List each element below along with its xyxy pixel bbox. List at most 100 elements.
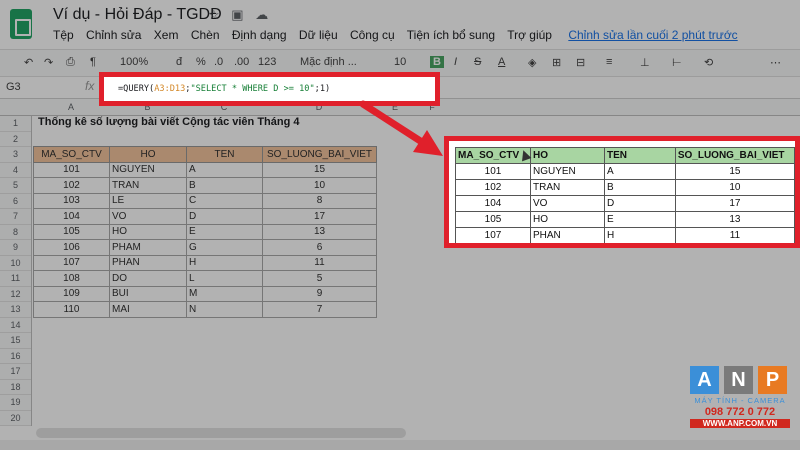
menu-addons[interactable]: Tiện ích bổ sung bbox=[407, 28, 495, 42]
cell[interactable]: TRAN bbox=[529, 179, 606, 196]
cell[interactable]: 105 bbox=[455, 211, 531, 228]
row-header[interactable]: 3 bbox=[0, 147, 31, 163]
wrap-icon[interactable]: ⊢ bbox=[672, 56, 682, 69]
cell[interactable]: E bbox=[186, 223, 263, 240]
cell[interactable]: H bbox=[186, 254, 263, 271]
header-cell[interactable]: MA_SO_CTV bbox=[33, 146, 110, 163]
row-header[interactable]: 14 bbox=[0, 318, 31, 333]
decimal-increase-button[interactable]: .00 bbox=[234, 56, 249, 68]
cell[interactable]: 108 bbox=[33, 270, 110, 287]
fill-color-icon[interactable]: ◈ bbox=[528, 56, 536, 69]
horizontal-scrollbar[interactable] bbox=[36, 428, 406, 438]
row-header[interactable]: 15 bbox=[0, 333, 31, 349]
row-header[interactable]: 10 bbox=[0, 256, 31, 271]
header-cell[interactable]: HO bbox=[109, 146, 187, 163]
row-header[interactable]: 17 bbox=[0, 364, 31, 380]
cell-reference[interactable]: G3 bbox=[6, 81, 21, 93]
cell[interactable]: MAI bbox=[109, 301, 187, 318]
cell[interactable]: N bbox=[186, 301, 263, 318]
cell[interactable]: 107 bbox=[33, 254, 110, 271]
cell[interactable]: PHAM bbox=[109, 239, 187, 256]
cell[interactable]: VO bbox=[529, 195, 606, 212]
cell[interactable]: E bbox=[604, 211, 676, 228]
cell[interactable]: LE bbox=[109, 192, 187, 209]
row-header[interactable]: 6 bbox=[0, 194, 31, 209]
last-edit-link[interactable]: Chỉnh sửa lần cuối 2 phút trước bbox=[568, 28, 737, 42]
redo-icon[interactable]: ↷ bbox=[44, 56, 53, 69]
cell[interactable]: M bbox=[186, 285, 263, 302]
star-icon[interactable]: ☆ bbox=[208, 7, 220, 22]
cell[interactable]: 5 bbox=[262, 270, 377, 287]
italic-icon[interactable]: I bbox=[454, 56, 457, 68]
header-cell[interactable]: TEN bbox=[186, 146, 263, 163]
merge-icon[interactable]: ⊟ bbox=[576, 56, 585, 69]
cell[interactable]: B bbox=[186, 177, 263, 194]
font-size-select[interactable]: 10 bbox=[394, 56, 406, 68]
menu-help[interactable]: Trợ giúp bbox=[507, 28, 552, 42]
strikethrough-icon[interactable]: S bbox=[474, 56, 481, 68]
align-left-icon[interactable]: ≡ bbox=[606, 56, 612, 68]
cell[interactable]: HO bbox=[109, 223, 187, 240]
sheets-logo-icon[interactable] bbox=[10, 9, 32, 39]
row-header[interactable]: 18 bbox=[0, 380, 31, 395]
undo-icon[interactable]: ↶ bbox=[24, 56, 33, 69]
cell[interactable]: H bbox=[604, 227, 676, 243]
row-header[interactable]: 13 bbox=[0, 302, 31, 318]
cell[interactable]: 109 bbox=[33, 285, 110, 302]
cell[interactable]: 105 bbox=[33, 223, 110, 240]
header-cell[interactable]: HO bbox=[529, 147, 606, 164]
cell[interactable]: 6 bbox=[262, 239, 377, 256]
row-header[interactable]: 8 bbox=[0, 225, 31, 240]
cell[interactable]: PHAN bbox=[529, 227, 606, 243]
cell[interactable]: 103 bbox=[33, 192, 110, 209]
cell[interactable]: G bbox=[186, 239, 263, 256]
document-title[interactable]: Ví dụ - Hỏi Đáp - TGDĐ bbox=[53, 6, 222, 24]
menu-view[interactable]: Xem bbox=[154, 28, 179, 42]
cell[interactable]: D bbox=[186, 208, 263, 225]
cell[interactable]: 13 bbox=[674, 211, 795, 228]
cell[interactable]: 10 bbox=[262, 177, 377, 194]
number-format-select[interactable]: 123 bbox=[258, 56, 276, 68]
row-header[interactable]: 5 bbox=[0, 178, 31, 194]
cell[interactable]: VO bbox=[109, 208, 187, 225]
cell[interactable]: 10 bbox=[674, 179, 795, 196]
header-cell[interactable]: SO_LUONG_BAI_VIET bbox=[674, 147, 795, 164]
row-header[interactable]: 12 bbox=[0, 287, 31, 302]
percent-button[interactable]: % bbox=[196, 56, 206, 68]
currency-button[interactable]: đ bbox=[176, 56, 182, 68]
cell[interactable]: 106 bbox=[33, 239, 110, 256]
cell[interactable]: 15 bbox=[674, 163, 795, 180]
cell[interactable]: 7 bbox=[262, 301, 377, 318]
menu-file[interactable]: Tệp bbox=[53, 28, 74, 42]
font-select[interactable]: Mặc định ... bbox=[300, 56, 357, 68]
cell[interactable]: NGUYEN bbox=[109, 161, 187, 178]
cell[interactable]: DO bbox=[109, 270, 187, 287]
row-header[interactable]: 19 bbox=[0, 395, 31, 411]
menu-data[interactable]: Dữ liệu bbox=[299, 28, 338, 42]
row-header[interactable]: 2 bbox=[0, 132, 31, 147]
cell[interactable]: HO bbox=[529, 211, 606, 228]
cell[interactable]: 101 bbox=[33, 161, 110, 178]
rotate-icon[interactable]: ⟲ bbox=[704, 56, 713, 69]
row-header[interactable]: 9 bbox=[0, 240, 31, 256]
cell[interactable]: 9 bbox=[262, 285, 377, 302]
cell[interactable]: 104 bbox=[455, 195, 531, 212]
borders-icon[interactable]: ⊞ bbox=[552, 56, 561, 69]
menu-insert[interactable]: Chèn bbox=[191, 28, 220, 42]
cell[interactable]: PHAN bbox=[109, 254, 187, 271]
cell[interactable]: TRAN bbox=[109, 177, 187, 194]
column-header[interactable]: A bbox=[33, 102, 109, 112]
cell[interactable]: 17 bbox=[262, 208, 377, 225]
cell[interactable]: L bbox=[186, 270, 263, 287]
row-header[interactable]: 1 bbox=[0, 116, 31, 132]
menu-tools[interactable]: Công cụ bbox=[350, 28, 395, 42]
cell[interactable]: C bbox=[186, 192, 263, 209]
cell[interactable]: 102 bbox=[455, 179, 531, 196]
folder-icon[interactable]: ▣ bbox=[231, 7, 243, 22]
cell[interactable]: 104 bbox=[33, 208, 110, 225]
header-cell[interactable]: TEN bbox=[604, 147, 676, 164]
cell[interactable]: BUI bbox=[109, 285, 187, 302]
cell[interactable]: 11 bbox=[262, 254, 377, 271]
valign-icon[interactable]: ⊥ bbox=[640, 56, 650, 69]
print-icon[interactable]: ⎙ bbox=[66, 56, 75, 69]
